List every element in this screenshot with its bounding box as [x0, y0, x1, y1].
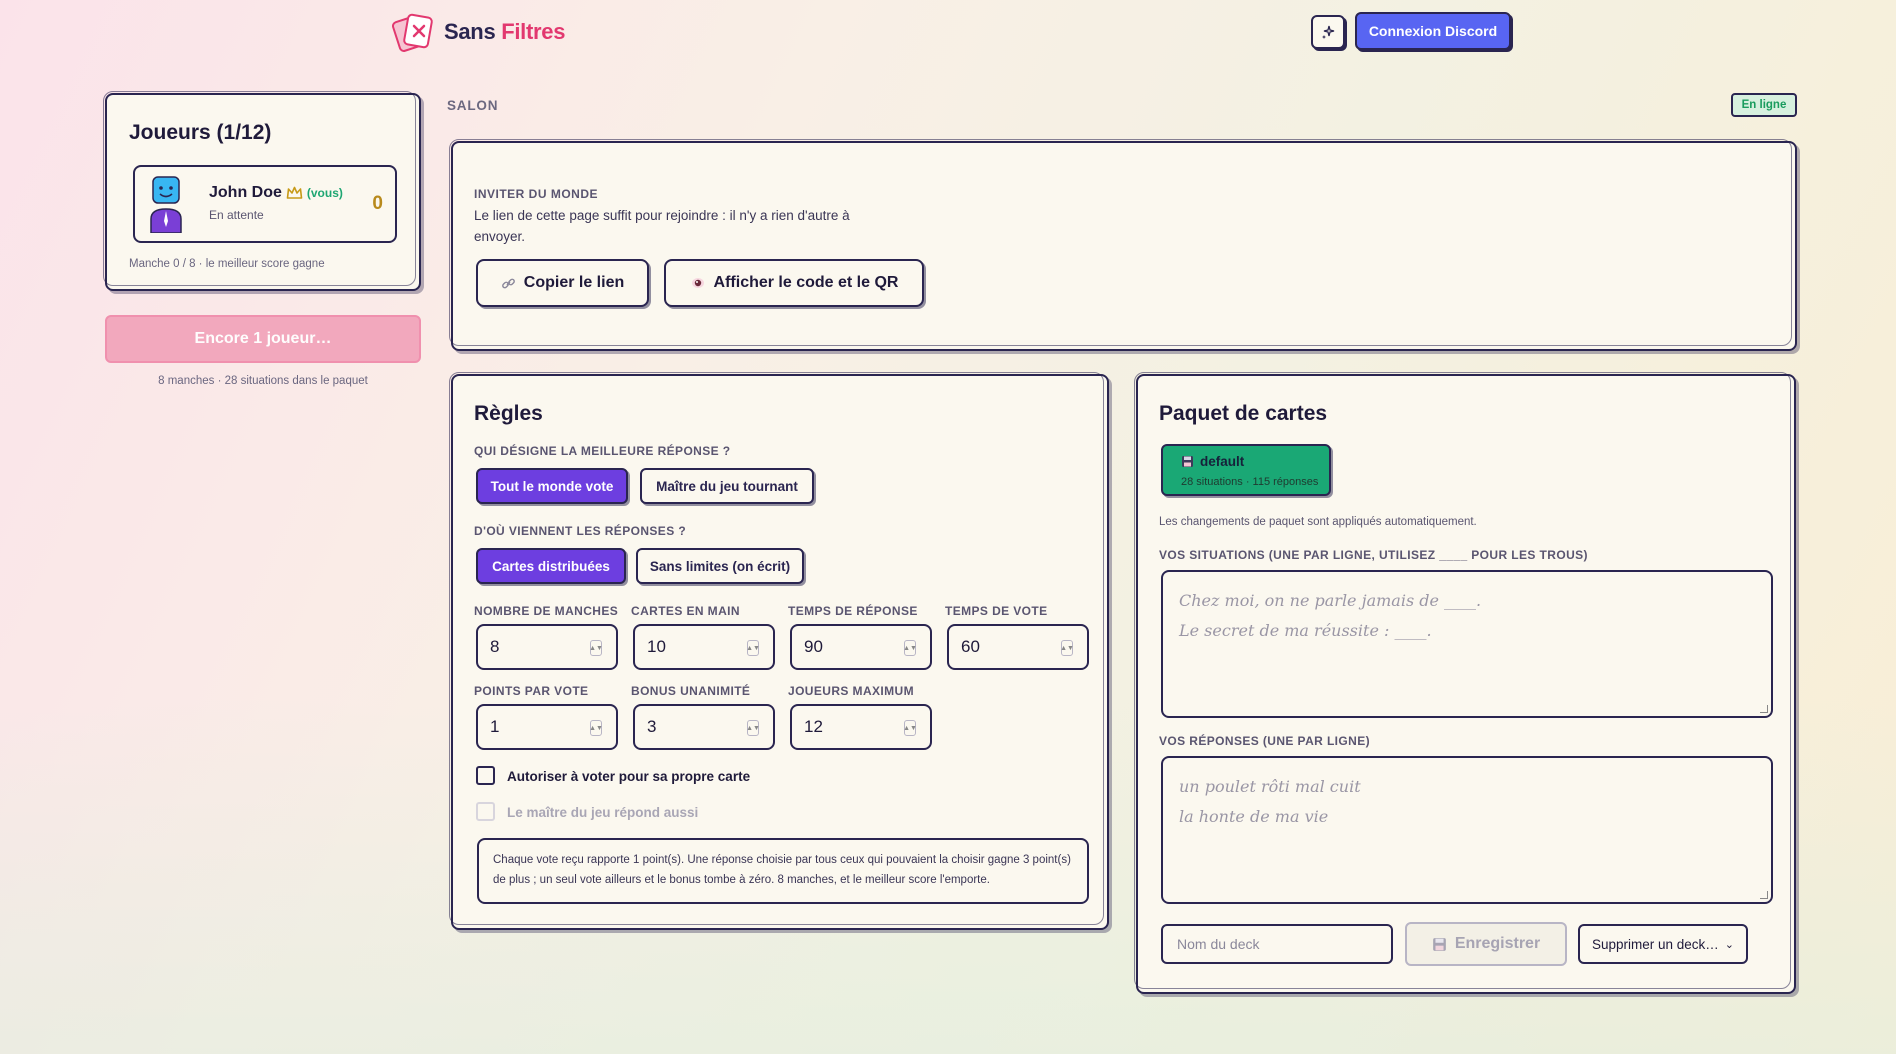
invite-description: Le lien de cette page suffit pour rejoin…	[474, 208, 850, 244]
deck-chip-stats: 28 situations · 115 réponses	[1181, 476, 1319, 488]
stepper-icon[interactable]: ▲▼	[589, 640, 603, 656]
points-per-vote-value: 1	[490, 717, 500, 736]
judge-question-label: QUI DÉSIGNE LA MEILLEURE RÉPONSE ?	[474, 444, 731, 458]
master-answers-label: Le maître du jeu répond aussi	[507, 805, 699, 820]
stepper-icon[interactable]: ▲▼	[903, 720, 917, 736]
delete-deck-select[interactable]: Supprimer un deck… ⌄	[1578, 924, 1748, 964]
deck-panel: Paquet de cartes default 28 situations ·…	[1134, 372, 1796, 994]
hand-size-input[interactable]: 10 ▲▼	[633, 624, 775, 670]
rounds-value: 8	[490, 637, 500, 656]
rounds-input[interactable]: 8 ▲▼	[476, 624, 618, 670]
player-score: 0	[372, 193, 383, 214]
stepper-icon[interactable]: ▲▼	[589, 720, 603, 736]
copy-link-label: Copier le lien	[523, 274, 625, 291]
answers-source-label: D'OÙ VIENNENT LES RÉPONSES ?	[474, 524, 687, 538]
vote-time-input[interactable]: 60 ▲▼	[947, 624, 1089, 670]
stepper-icon[interactable]: ▲▼	[903, 640, 917, 656]
unanimity-bonus-input[interactable]: 3 ▲▼	[633, 704, 775, 750]
unanimity-bonus-value: 3	[647, 717, 657, 736]
unanimity-bonus-label: BONUS UNANIMITÉ	[631, 684, 751, 698]
resize-grip-icon[interactable]	[1760, 891, 1768, 899]
max-players-label: JOUEURS MAXIMUM	[788, 684, 915, 698]
floppy-disk-icon	[1432, 937, 1446, 951]
master-answers-checkbox[interactable]	[476, 802, 495, 821]
chevron-down-icon: ⌄	[1724, 939, 1734, 951]
vote-time-label: TEMPS DE VOTE	[945, 604, 1048, 618]
resize-grip-icon[interactable]	[1760, 705, 1768, 713]
brand-name: Sans Filtres	[444, 19, 565, 45]
save-deck-label: Enregistrer	[1454, 935, 1541, 952]
points-per-vote-label: POINTS PAR VOTE	[474, 684, 589, 698]
self-vote-checkbox[interactable]	[476, 766, 495, 785]
deck-info: 8 manches · 28 situations dans le paquet	[158, 375, 368, 387]
delete-deck-value: Supprimer un deck…	[1592, 936, 1719, 952]
answers-placeholder-line: la honte de ma vie	[1179, 807, 1329, 826]
player-name: John Doe	[209, 184, 282, 201]
crown-icon	[286, 186, 303, 199]
salon-label: SALON	[447, 98, 499, 113]
rules-title: Règles	[474, 402, 543, 425]
stepper-icon[interactable]: ▲▼	[1060, 640, 1074, 656]
eye-icon	[691, 278, 704, 288]
you-badge: (vous)	[306, 186, 343, 200]
link-icon	[501, 278, 515, 288]
answer-time-label: TEMPS DE RÉPONSE	[788, 604, 918, 618]
points-per-vote-input[interactable]: 1 ▲▼	[476, 704, 618, 750]
vote-time-value: 60	[961, 637, 980, 656]
rules-panel: Règles QUI DÉSIGNE LA MEILLEURE RÉPONSE …	[449, 372, 1109, 930]
option-rotating-master[interactable]: Maître du jeu tournant	[640, 468, 814, 504]
option-everyone-votes[interactable]: Tout le monde vote	[476, 468, 628, 504]
option-free-writing[interactable]: Sans limites (on écrit)	[636, 548, 804, 584]
player-name-row: John Doe (vous)	[209, 184, 343, 202]
player-status: En attente	[209, 208, 264, 222]
sparkle-icon	[1322, 25, 1335, 39]
invite-label: INVITER DU MONDE	[474, 187, 599, 201]
deck-chip-name-row: default	[1181, 454, 1244, 469]
discord-login-button[interactable]: Connexion Discord	[1355, 12, 1511, 50]
round-info: Manche 0 / 8 · le meilleur score gagne	[129, 258, 325, 270]
players-panel: Joueurs (1/12) John Doe (vous) En attent…	[103, 91, 421, 291]
start-game-button[interactable]: Encore 1 joueur…	[105, 315, 421, 363]
floppy-disk-icon	[1182, 456, 1193, 467]
deck-title: Paquet de cartes	[1159, 402, 1328, 425]
deck-name-input[interactable]: Nom du deck	[1161, 924, 1393, 964]
answers-label: VOS RÉPONSES (UNE PAR LIGNE)	[1159, 734, 1371, 748]
situations-placeholder-line: Chez moi, on ne parle jamais de ____.	[1179, 591, 1482, 610]
brand-name-first: Sans	[444, 19, 496, 44]
deck-chip-name: default	[1200, 454, 1245, 469]
copy-link-button[interactable]: Copier le lien	[476, 259, 649, 307]
player-avatar-icon	[150, 176, 182, 233]
option-dealt-cards[interactable]: Cartes distribuées	[476, 548, 626, 584]
rounds-label: NOMBRE DE MANCHES	[474, 604, 619, 618]
situations-label: VOS SITUATIONS (UNE PAR LIGNE, UTILISEZ …	[1159, 548, 1588, 562]
theme-toggle-button[interactable]	[1311, 15, 1345, 49]
stepper-icon[interactable]: ▲▼	[746, 640, 760, 656]
rules-summary: Chaque vote reçu rapporte 1 point(s). Un…	[477, 838, 1089, 904]
answer-time-input[interactable]: 90 ▲▼	[790, 624, 932, 670]
invite-panel: INVITER DU MONDE Le lien de cette page s…	[449, 139, 1797, 351]
show-qr-button[interactable]: Afficher le code et le QR	[664, 259, 924, 307]
answers-placeholder-line: un poulet rôti mal cuit	[1179, 777, 1361, 796]
self-vote-label: Autoriser à voter pour sa propre carte	[507, 769, 751, 784]
answers-textarea[interactable]: un poulet rôti mal cuit la honte de ma v…	[1161, 756, 1773, 904]
max-players-value: 12	[804, 717, 823, 736]
stepper-icon[interactable]: ▲▼	[746, 720, 760, 736]
cards-logo-icon	[392, 13, 433, 52]
brand-name-second: Filtres	[501, 19, 566, 44]
max-players-input[interactable]: 12 ▲▼	[790, 704, 932, 750]
hand-size-value: 10	[647, 637, 666, 656]
hand-size-label: CARTES EN MAIN	[631, 604, 740, 618]
player-card: John Doe (vous) En attente 0	[133, 165, 397, 243]
answer-time-value: 90	[804, 637, 823, 656]
deck-chip-default[interactable]: default 28 situations · 115 réponses	[1161, 444, 1331, 496]
situations-textarea[interactable]: Chez moi, on ne parle jamais de ____. Le…	[1161, 570, 1773, 718]
situations-placeholder-line: Le secret de ma réussite : ____.	[1179, 621, 1432, 640]
status-badge: En ligne	[1731, 93, 1797, 117]
save-deck-button[interactable]: Enregistrer	[1405, 922, 1567, 966]
deck-autosave-note: Les changements de paquet sont appliqués…	[1159, 516, 1477, 528]
brand[interactable]: Sans Filtres	[392, 12, 565, 52]
show-qr-label: Afficher le code et le QR	[713, 274, 899, 291]
players-title: Joueurs (1/12)	[129, 121, 272, 144]
